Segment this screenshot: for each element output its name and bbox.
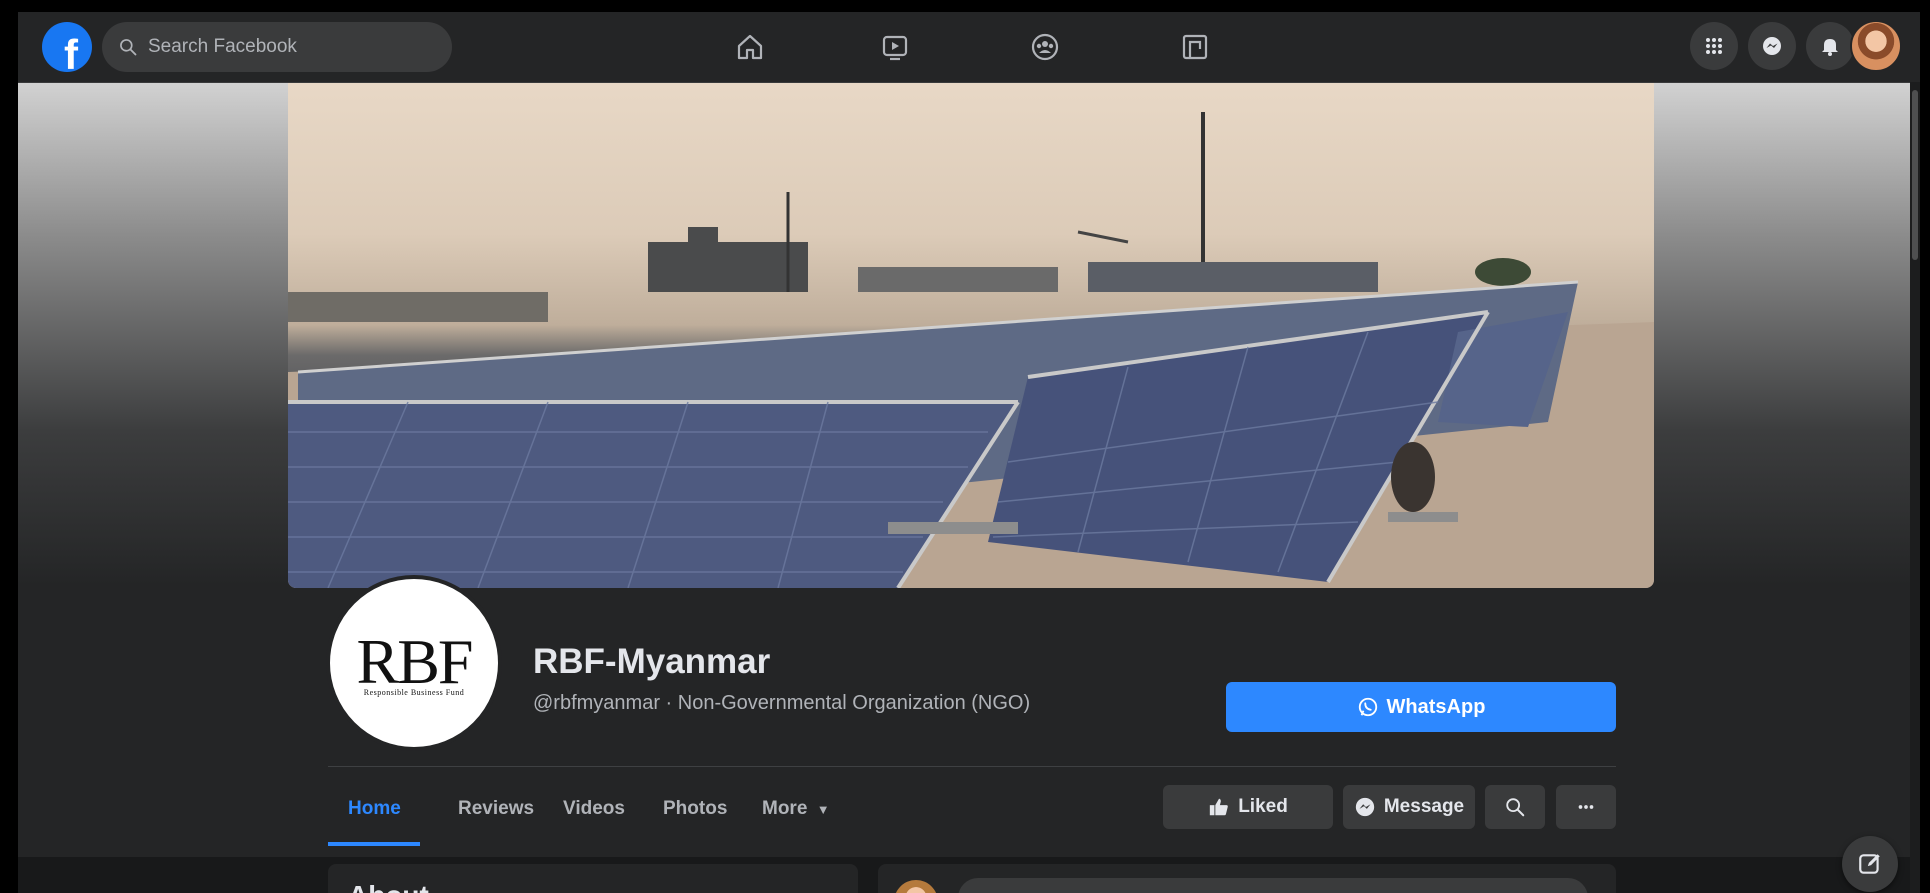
caret-down-icon: ▼ [816,802,830,817]
create-post-input[interactable] [958,878,1588,893]
active-tab-indicator [328,842,420,846]
facebook-logo-icon[interactable]: f [42,22,92,72]
cover-photo-image [288,112,1654,588]
top-navigation-bar: f [18,12,1920,83]
messenger-icon [1763,37,1781,55]
header-divider [328,766,1616,767]
liked-button-label: Liked [1238,796,1288,817]
notifications-button[interactable] [1806,22,1854,70]
cover-photo[interactable] [288,82,1654,588]
home-icon [737,34,763,60]
more-dots-icon [1578,805,1594,809]
rbf-logo-subtext: Responsible Business Fund [363,687,465,697]
liked-button[interactable]: Liked [1163,785,1333,829]
messenger-icon [1355,797,1375,817]
tab-more[interactable]: More ▼ [762,798,830,820]
gaming-nav-button[interactable] [1173,25,1217,69]
compose-icon [1859,854,1880,874]
search-icon [120,39,137,56]
search-input[interactable] [146,35,430,59]
more-options-button[interactable] [1556,785,1616,829]
tab-photos[interactable]: Photos [663,798,727,820]
tab-more-label: More [762,798,808,819]
page-search-button[interactable] [1485,785,1545,829]
messenger-button[interactable] [1748,22,1796,70]
whatsapp-icon [1358,697,1377,717]
page-profile-picture[interactable]: RBF Responsible Business Fund [326,575,502,751]
message-button-label: Message [1383,796,1465,817]
search-icon [1506,798,1525,817]
facebook-page-window: RBF Responsible Business Fund RBF-Myanma… [18,12,1920,893]
whatsapp-button[interactable]: WhatsApp [1226,682,1616,732]
menu-button[interactable] [1690,22,1738,70]
account-avatar[interactable] [1850,20,1902,72]
tab-videos[interactable]: Videos [563,798,625,820]
tab-home[interactable]: Home [348,798,401,820]
about-heading: About [348,880,429,893]
rbf-logo-mark: RBF [356,625,474,697]
thumbs-up-icon [1210,798,1228,816]
notifications-icon [1822,39,1838,56]
home-nav-button[interactable] [728,25,772,69]
gaming-icon [1182,34,1208,60]
menu-grid-icon [1706,38,1722,54]
page-title: RBF-Myanmar [533,642,771,681]
page-scrollbar-thumb[interactable] [1912,90,1918,260]
tab-reviews[interactable]: Reviews [458,798,534,820]
search-bar[interactable] [102,22,452,72]
watch-nav-button[interactable] [873,25,917,69]
message-button[interactable]: Message [1343,785,1475,829]
watch-icon [882,35,908,61]
page-meta: @rbfmyanmar · Non-Governmental Organizat… [533,692,1031,714]
groups-nav-button[interactable] [1023,25,1067,69]
groups-icon [1031,33,1059,61]
new-message-button[interactable] [1842,836,1898,892]
whatsapp-button-label: WhatsApp [1386,695,1486,718]
